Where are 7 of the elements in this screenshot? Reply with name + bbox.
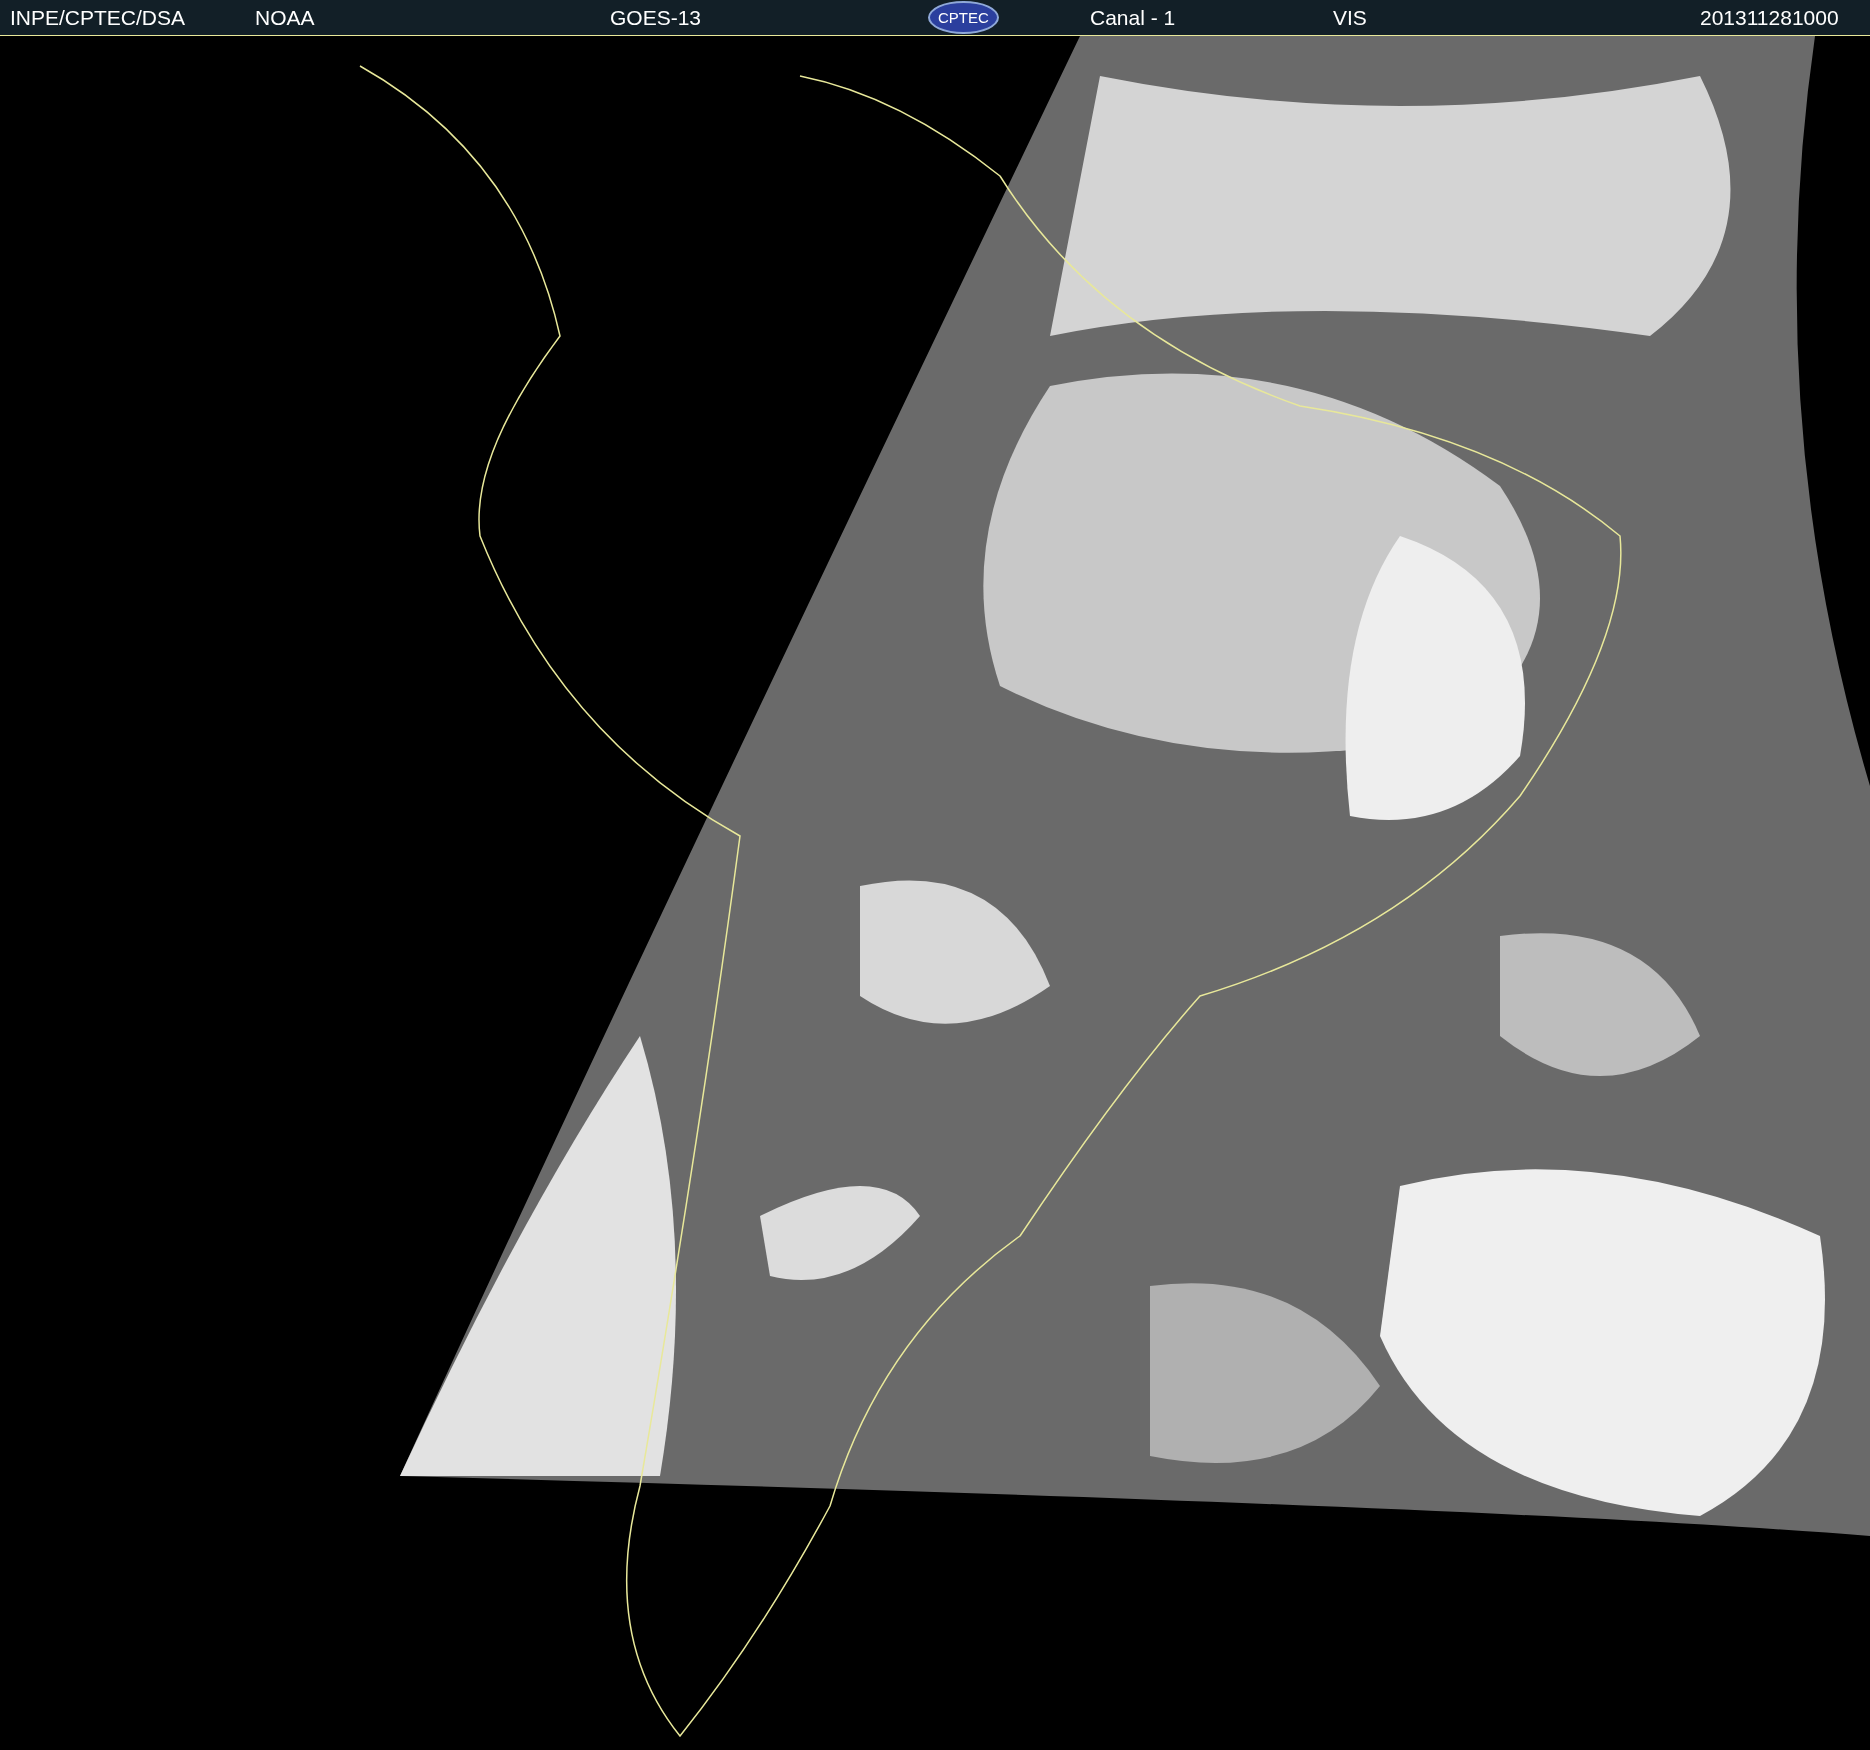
logo-badge: CPTEC (928, 1, 999, 34)
header-label: INPE/CPTEC/DSA (10, 5, 186, 30)
header-label: NOAA (255, 5, 315, 30)
header-label: 201311281000 (1700, 5, 1839, 30)
header-label: GOES-13 (610, 5, 702, 30)
header-label: VIS (1333, 5, 1367, 30)
header-label: Canal - 1 (1090, 5, 1176, 30)
